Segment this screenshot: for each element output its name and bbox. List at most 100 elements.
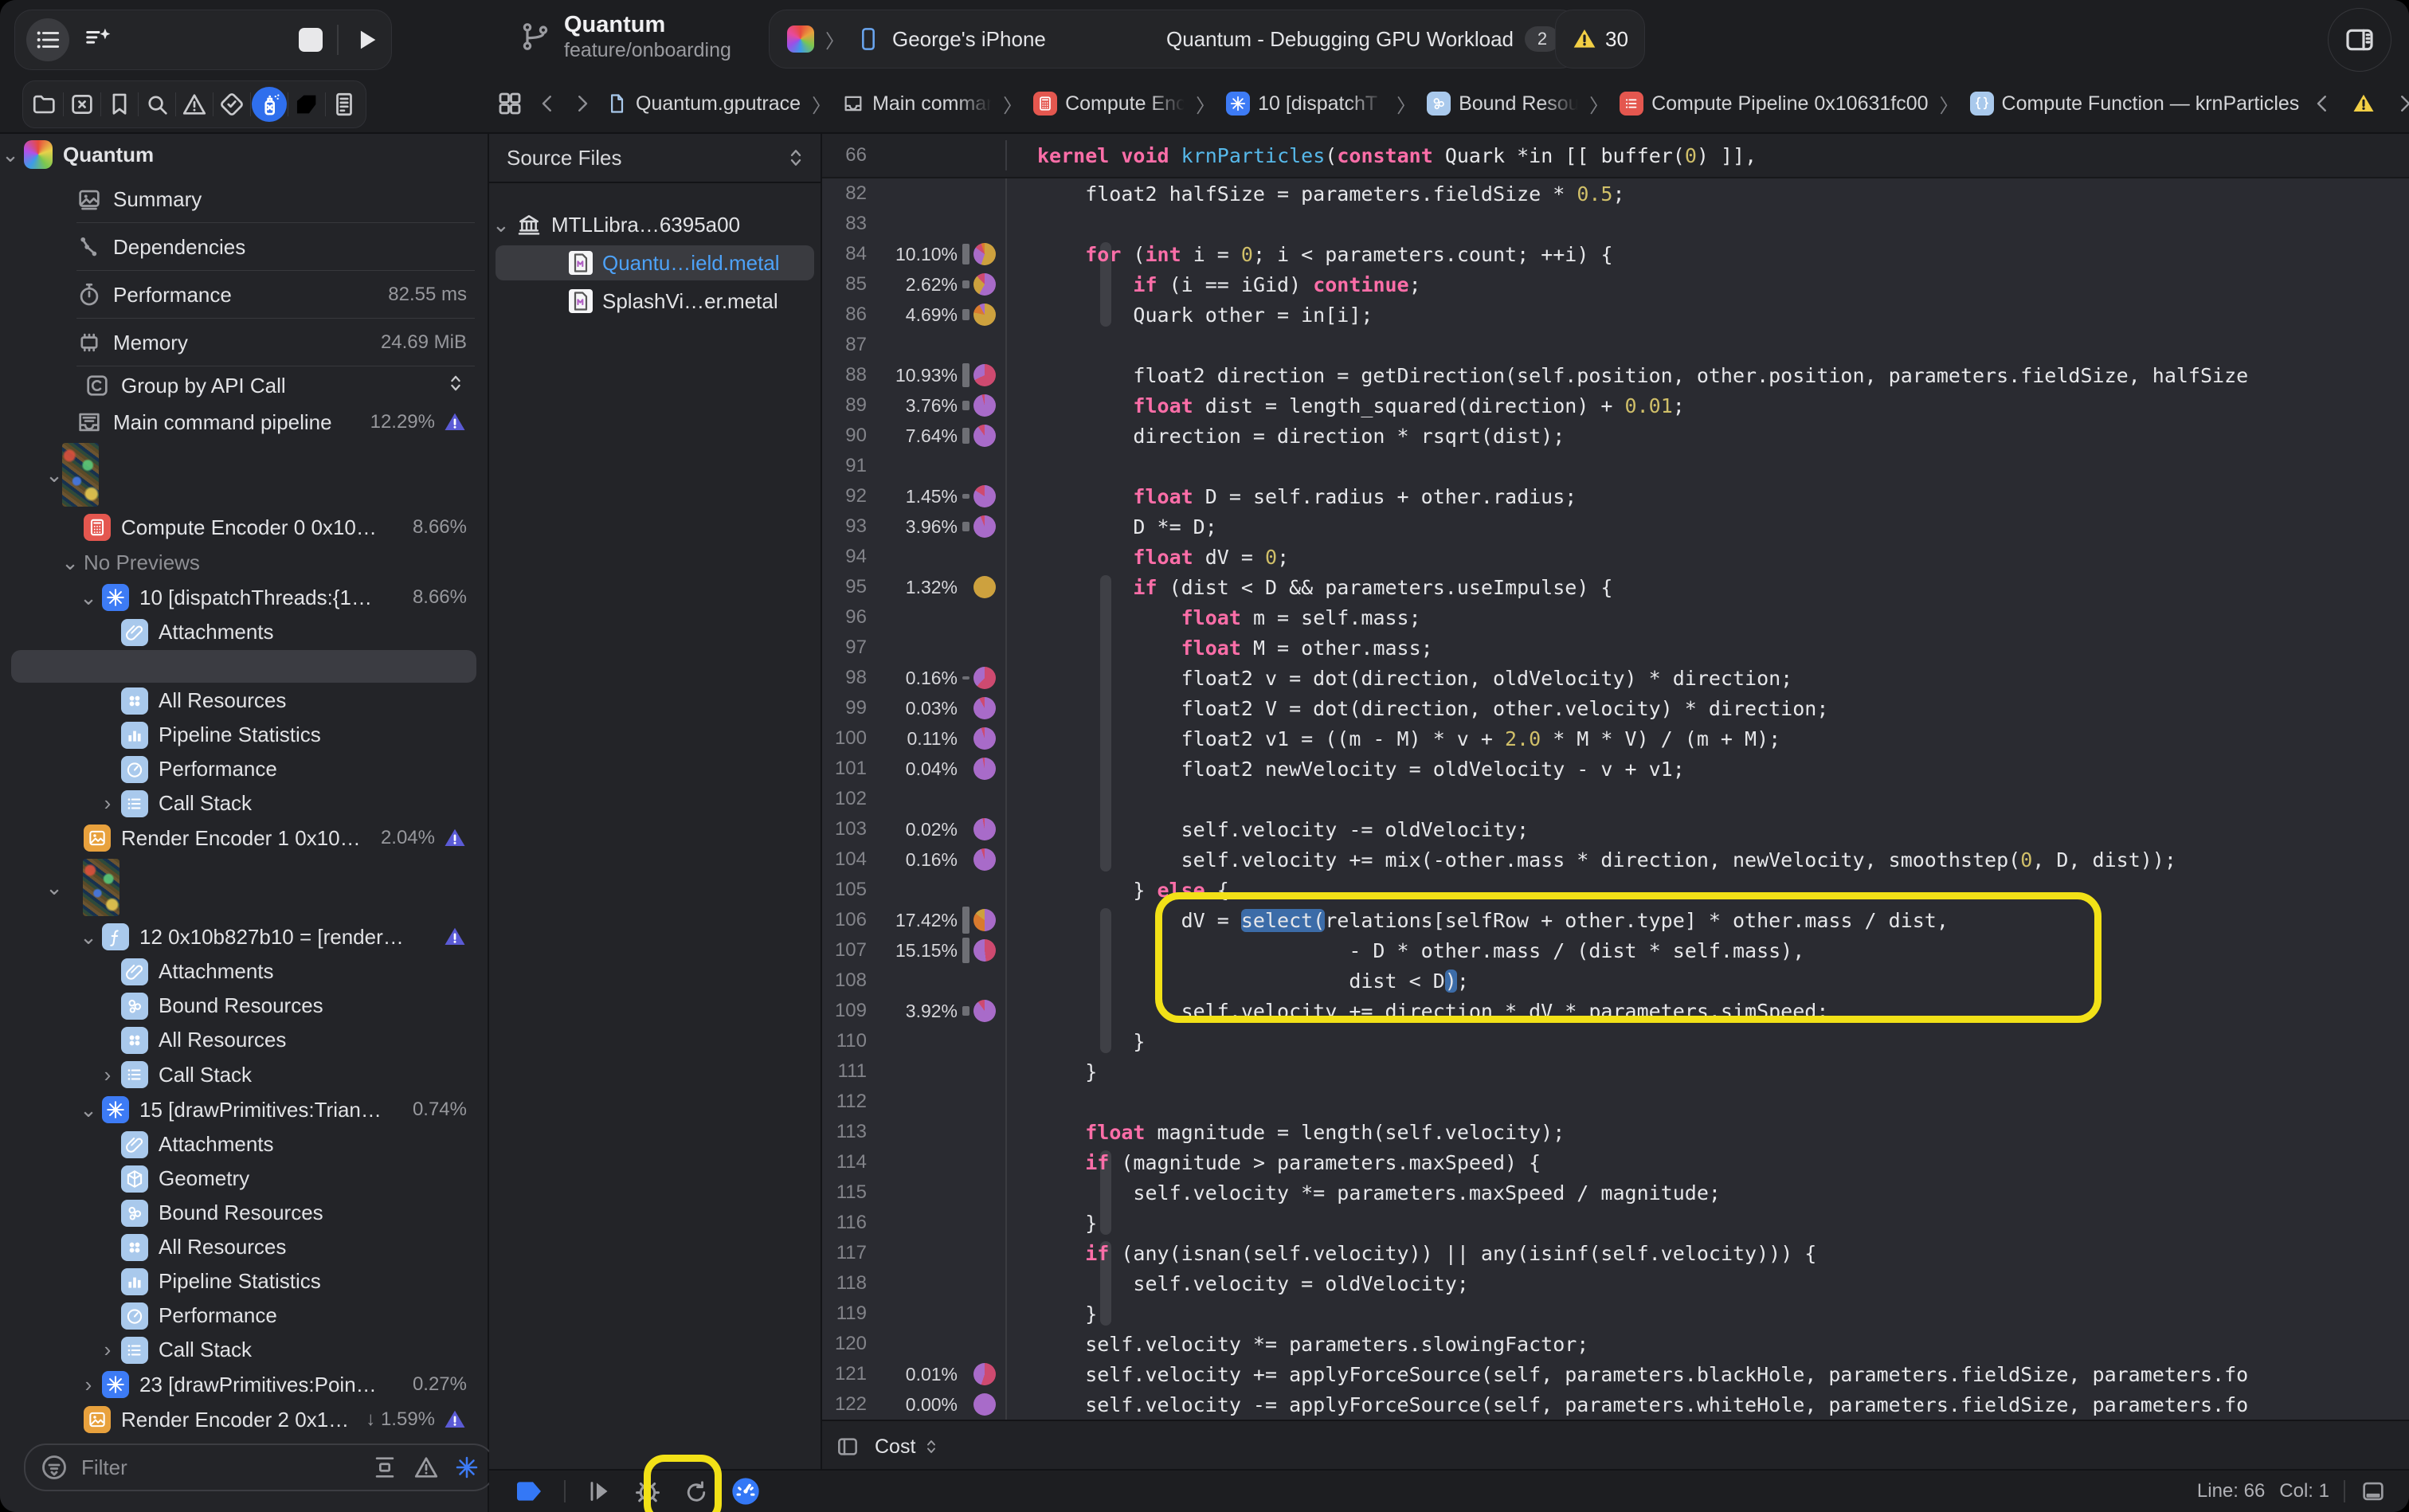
navigator-tab-bookmark[interactable]: > bbox=[102, 87, 137, 122]
code-line-82[interactable]: 82 float2 halfSize = parameters.fieldSiz… bbox=[822, 178, 2409, 209]
code-line-88[interactable]: 8810.93% float2 direction = getDirection… bbox=[822, 360, 2409, 390]
disclosure-icon[interactable]: ⌄ bbox=[492, 213, 510, 237]
code-line-110[interactable]: 110 } bbox=[822, 1026, 2409, 1056]
navigator-tab-tag[interactable] bbox=[289, 87, 324, 122]
texture-thumbnail[interactable] bbox=[83, 859, 119, 916]
texture-thumbnail[interactable] bbox=[62, 443, 99, 507]
code-line-83[interactable]: 83 bbox=[822, 209, 2409, 239]
code-editor[interactable]: 66kernel void krnParticles(constant Quar… bbox=[822, 134, 2409, 1471]
sidebar-item-call-stack-2[interactable]: ›>>>>Call Stack bbox=[0, 1057, 488, 1092]
disclosure-icon[interactable]: ⌄ bbox=[44, 463, 65, 488]
code-line-91[interactable]: 91 bbox=[822, 451, 2409, 481]
next-issue-button[interactable]: > bbox=[2393, 92, 2409, 116]
grid-overview-icon[interactable]: >>>> bbox=[496, 89, 524, 118]
play-button[interactable]: > bbox=[353, 26, 380, 53]
code-line-113[interactable]: 113 float magnitude = length(self.veloci… bbox=[822, 1117, 2409, 1147]
issue-warning-icon[interactable] bbox=[2352, 92, 2376, 116]
inspector-toggle-button[interactable]: >>> bbox=[2328, 8, 2391, 72]
sidebar-item-no-previews[interactable]: ⌄No Previews bbox=[0, 545, 488, 580]
stepper-icon[interactable]: >> bbox=[445, 372, 467, 400]
sidebar-item-dispatch-10[interactable]: ⌄>10 [dispatchThreads:{1…8.66% bbox=[0, 580, 488, 615]
code-line-117[interactable]: 117 if (any(isnan(self.velocity)) || any… bbox=[822, 1238, 2409, 1268]
source-file-splash-view-metal[interactable]: >SplashVi…er.metal bbox=[489, 282, 821, 320]
sidebar-item-render-encoder-1[interactable]: >>>Render Encoder 1 0x10…2.04% bbox=[0, 821, 488, 856]
sidebar-item-memory[interactable]: >>Memory24.69 MiB bbox=[0, 319, 488, 366]
sidebar-item-performance[interactable]: >>Performance82.55 ms bbox=[0, 271, 488, 319]
disclosure-icon[interactable]: › bbox=[97, 1338, 118, 1362]
code-line-87[interactable]: 87 bbox=[822, 330, 2409, 360]
breadcrumb-item[interactable]: >>Quantum.gputrace bbox=[605, 92, 801, 116]
forward-button[interactable]: > bbox=[570, 92, 594, 116]
sidebar-item-all-resources-3[interactable]: >>>>All Resources bbox=[0, 1230, 488, 1264]
back-button[interactable]: > bbox=[535, 92, 559, 116]
sidebar-toggle-button[interactable]: >>>> bbox=[26, 18, 69, 61]
sidebar-item-call-stack-3[interactable]: ›>>>>Call Stack bbox=[0, 1333, 488, 1367]
disclosure-icon[interactable]: › bbox=[97, 1063, 118, 1087]
navigator-tab-warning[interactable]: >>> bbox=[177, 87, 212, 122]
code-line-104[interactable]: 1040.16% self.velocity += mix(-other.mas… bbox=[822, 844, 2409, 875]
sidebar-item-call-stack[interactable]: ›>>>>Call Stack bbox=[0, 786, 488, 821]
code-line-115[interactable]: 115 self.velocity *= parameters.maxSpeed… bbox=[822, 1177, 2409, 1208]
sidebar-item-pipeline-statistics-2[interactable]: >>>Pipeline Statistics bbox=[0, 1264, 488, 1299]
navigator-tab-diamond-check[interactable]: >> bbox=[214, 87, 249, 122]
sidebar-item-group-by-api-call[interactable]: >>Group by API Call>> bbox=[0, 366, 488, 405]
navigator-tab-report[interactable]: >> bbox=[327, 87, 362, 122]
sidebar-item-attachments[interactable]: >Attachments bbox=[0, 615, 488, 649]
breadcrumb-item[interactable]: >Compute Function — krnParticles bbox=[1970, 92, 2300, 116]
code-line-92[interactable]: 921.45% float D = self.radius + other.ra… bbox=[822, 481, 2409, 511]
code-line-122[interactable]: 1220.00% self.velocity -= applyForceSour… bbox=[822, 1389, 2409, 1420]
sidebar-item-draw-15[interactable]: ⌄>15 [drawPrimitives:Trian…0.74% bbox=[0, 1092, 488, 1127]
disclosure-icon[interactable]: ⌄ bbox=[78, 586, 99, 610]
sidebar-item-render-cmd-12[interactable]: ⌄>>12 0x10b827b10 = [render… bbox=[0, 919, 488, 954]
code-line-96[interactable]: 96 float m = self.mass; bbox=[822, 602, 2409, 633]
activity-bar[interactable]: 〉 > George's iPhone Quantum - Debugging … bbox=[769, 10, 1578, 69]
breadcrumb-item[interactable]: >10 [dispatchT bbox=[1226, 92, 1385, 116]
breadcrumb-item[interactable]: >>>>Compute Pipeline 0x10631fc00 bbox=[1620, 92, 1928, 116]
sidebar-item-compute-encoder-0[interactable]: >>>>>>>>>>>Compute Encoder 0 0x10…8.66% bbox=[0, 510, 488, 545]
code-line-116[interactable]: 116 } bbox=[822, 1208, 2409, 1238]
sidebar-item-attachments-3[interactable]: >Attachments bbox=[0, 1127, 488, 1161]
sidebar-item-dependencies[interactable]: >>>>Dependencies bbox=[0, 223, 488, 271]
code-line-111[interactable]: 111 } bbox=[822, 1056, 2409, 1087]
sidebar-item-project-quantum[interactable]: ⌄Quantum bbox=[0, 134, 488, 175]
disclosure-icon[interactable]: ⌄ bbox=[60, 550, 80, 575]
sidebar-item-pipeline-statistics[interactable]: >>>Pipeline Statistics bbox=[0, 718, 488, 752]
code-line-119[interactable]: 119 } bbox=[822, 1299, 2409, 1329]
warnings-pill[interactable]: 30 bbox=[1555, 10, 1645, 69]
disclosure-icon[interactable]: › bbox=[78, 1373, 99, 1397]
prev-issue-button[interactable]: > bbox=[2310, 92, 2334, 116]
code-line-102[interactable]: 102 bbox=[822, 784, 2409, 814]
breadcrumb-item[interactable]: >>>Bound Resou bbox=[1427, 92, 1578, 116]
code-line-103[interactable]: 1030.02% self.velocity -= oldVelocity; bbox=[822, 814, 2409, 844]
disclosure-icon[interactable]: ⌄ bbox=[78, 925, 99, 950]
profile-gauge-icon[interactable] bbox=[730, 1475, 762, 1507]
code-line-86[interactable]: 864.69% Quark other = in[i]; bbox=[822, 300, 2409, 330]
stop-button[interactable] bbox=[299, 28, 323, 52]
code-line-100[interactable]: 1000.11% float2 v1 = ((m - M) * v + 2.0 … bbox=[822, 723, 2409, 754]
tag-breakpoint-icon[interactable] bbox=[513, 1475, 545, 1507]
breadcrumb-item[interactable]: >>Main comman bbox=[842, 92, 992, 116]
sidebar-item-attachments-2[interactable]: >Attachments bbox=[0, 954, 488, 989]
sidebar-item-draw-23[interactable]: ›>23 [drawPrimitives:Poin…0.27% bbox=[0, 1367, 488, 1402]
code-line-84[interactable]: 8410.10% for (int i = 0; i < parameters.… bbox=[822, 239, 2409, 269]
compose-summary-icon[interactable]: >> bbox=[84, 25, 114, 55]
navigator-tab-spray[interactable]: >>>>>> bbox=[252, 87, 287, 122]
filter-field[interactable]: >>> Filter >> >>> > bbox=[24, 1443, 496, 1491]
code-line-90[interactable]: 907.64% direction = direction * rsqrt(di… bbox=[822, 421, 2409, 451]
code-line-97[interactable]: 97 float M = other.mass; bbox=[822, 633, 2409, 663]
code-line-85[interactable]: 852.62% if (i == iGid) continue; bbox=[822, 269, 2409, 300]
sort-icon[interactable]: >> bbox=[784, 146, 808, 170]
disclosure-icon[interactable]: ⌄ bbox=[78, 1098, 99, 1122]
sidebar-item-texture-preview-2[interactable]: ⌄ bbox=[0, 856, 488, 919]
code-line-120[interactable]: 120 self.velocity *= parameters.slowingF… bbox=[822, 1329, 2409, 1359]
code-line-99[interactable]: 990.03% float2 V = dot(direction, other.… bbox=[822, 693, 2409, 723]
gutter-toggle-icon[interactable]: >> bbox=[835, 1434, 860, 1459]
disclosure-icon[interactable]: ⌄ bbox=[0, 143, 21, 167]
sidebar-item-render-encoder-2[interactable]: >>>Render Encoder 2 0x1…↓ 1.59% bbox=[0, 1402, 488, 1437]
sidebar-item-performance-3[interactable]: >>Performance bbox=[0, 1299, 488, 1333]
warning-filter-icon[interactable]: >>> bbox=[413, 1454, 440, 1481]
sidebar-item-bound-resources-3[interactable]: >>>Bound Resources bbox=[0, 1196, 488, 1230]
code-line-95[interactable]: 951.32% if (dist < D && parameters.useIm… bbox=[822, 572, 2409, 602]
code-line-89[interactable]: 893.76% float dist = length_squared(dire… bbox=[822, 390, 2409, 421]
navigator-tab-search[interactable]: >> bbox=[139, 87, 174, 122]
